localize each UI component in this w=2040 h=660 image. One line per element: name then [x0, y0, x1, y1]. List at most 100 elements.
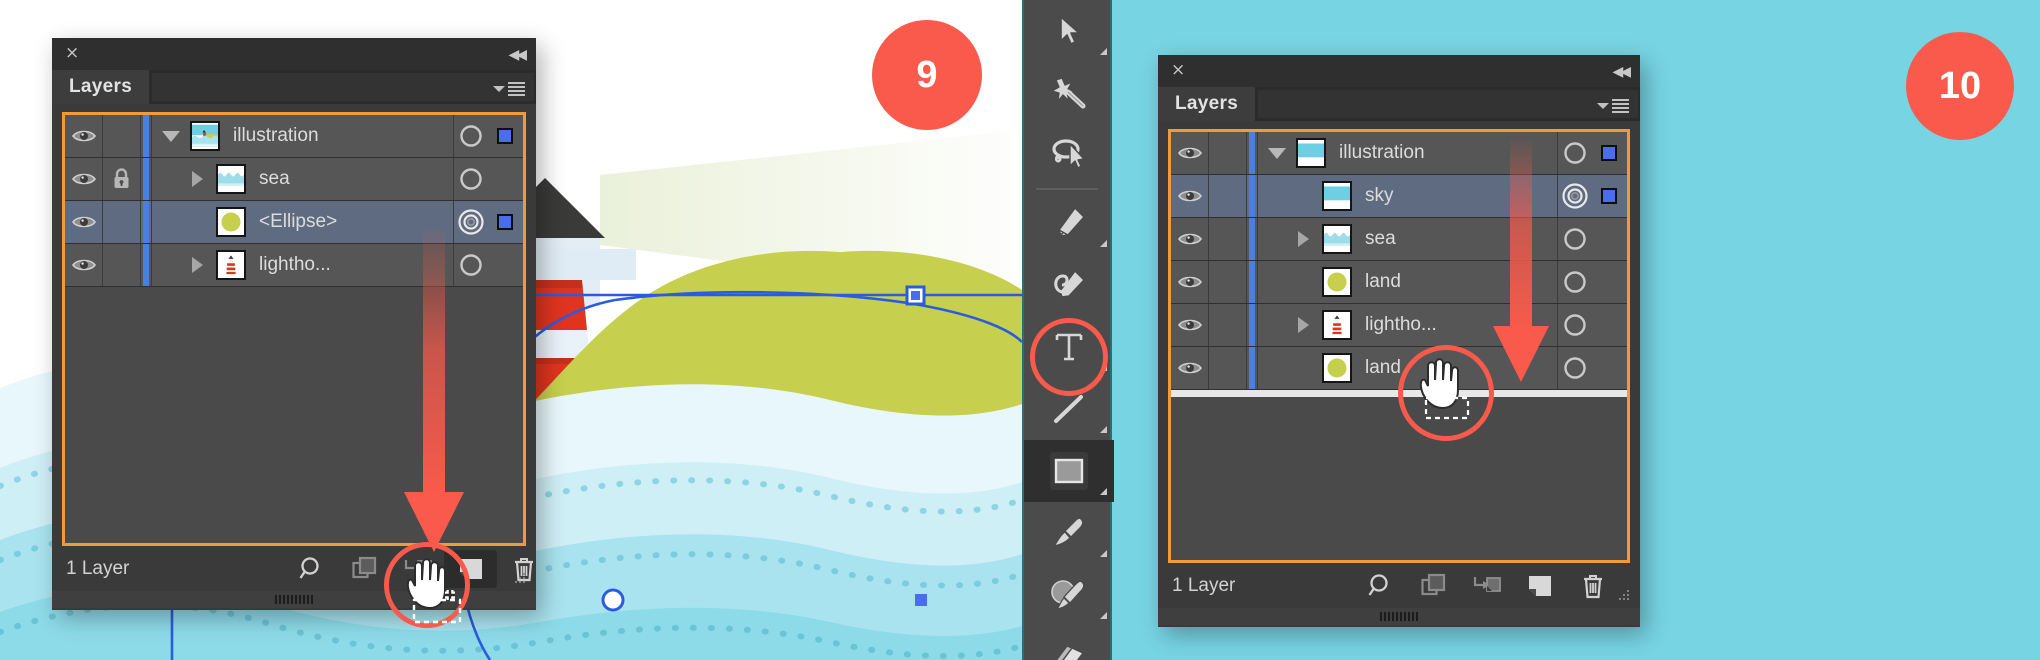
layer-row[interactable]: illustration	[65, 115, 523, 158]
layer-row-controls[interactable]	[1557, 304, 1627, 346]
panel-title-bar[interactable]: × ◀◀	[52, 38, 536, 70]
layer-name-label[interactable]: sea	[259, 168, 290, 190]
layer-row[interactable]: illustration	[1171, 132, 1627, 175]
layer-row-controls[interactable]	[453, 158, 523, 200]
disclosure-triangle-open-icon[interactable]	[152, 130, 190, 142]
blob-brush-tool[interactable]	[1024, 564, 1114, 626]
resize-grip-icon[interactable]	[1613, 587, 1631, 601]
lock-icon[interactable]	[1209, 132, 1247, 174]
layer-count-label: 1 Layer	[66, 557, 130, 579]
layer-name-label[interactable]: lightho...	[259, 254, 331, 276]
panel-tab-row[interactable]: Layers	[52, 70, 536, 104]
eraser-tool[interactable]	[1024, 626, 1114, 660]
layer-row-controls[interactable]	[1557, 218, 1627, 260]
visibility-eye-icon[interactable]	[65, 158, 103, 200]
lock-icon[interactable]	[103, 158, 141, 200]
visibility-eye-icon[interactable]	[1171, 304, 1209, 346]
target-indicator-icon[interactable]	[454, 167, 488, 191]
locate-object-icon[interactable]	[285, 552, 338, 586]
layer-row-controls[interactable]	[1557, 347, 1627, 389]
lock-icon[interactable]	[103, 244, 141, 286]
make-clipping-mask-icon[interactable]	[1407, 569, 1460, 603]
layer-name-label[interactable]: lightho...	[1365, 314, 1437, 336]
lock-icon[interactable]	[1209, 347, 1247, 389]
layer-count-label: 1 Layer	[1172, 574, 1236, 596]
footer-icon-group[interactable]	[1354, 569, 1619, 603]
rectangle-tool[interactable]	[1024, 440, 1114, 502]
layer-thumbnail	[190, 121, 220, 151]
layer-row-controls[interactable]	[1557, 132, 1627, 174]
panel-title-bar[interactable]: × ◀◀	[1158, 55, 1640, 87]
selection-indicator	[1592, 188, 1626, 204]
layer-row-controls[interactable]	[1557, 261, 1627, 303]
layer-row-controls[interactable]	[1557, 175, 1627, 217]
tab-layers[interactable]: Layers	[1158, 87, 1256, 121]
lock-icon[interactable]	[1209, 304, 1247, 346]
layer-name-label[interactable]: sea	[1365, 228, 1396, 250]
lock-icon[interactable]	[1209, 175, 1247, 217]
visibility-eye-icon[interactable]	[1171, 132, 1209, 174]
layer-name-label[interactable]: land	[1365, 271, 1401, 293]
target-indicator-icon[interactable]	[454, 124, 488, 148]
close-icon[interactable]: ×	[65, 45, 79, 62]
target-indicator-icon[interactable]	[1558, 141, 1592, 165]
target-indicator-icon[interactable]	[1558, 270, 1592, 294]
lock-icon[interactable]	[103, 201, 141, 243]
pen-tool[interactable]	[1024, 192, 1114, 254]
panel-tab-row[interactable]: Layers	[1158, 87, 1640, 121]
target-indicator-icon[interactable]	[1558, 227, 1592, 251]
paintbrush-tool[interactable]	[1024, 502, 1114, 564]
visibility-eye-icon[interactable]	[1171, 261, 1209, 303]
target-indicator-icon[interactable]	[1558, 313, 1592, 337]
layer-row[interactable]: land	[1171, 261, 1627, 304]
layer-row-body[interactable]: sea	[151, 158, 453, 200]
create-new-sublayer-icon[interactable]	[1460, 569, 1513, 603]
layer-row[interactable]: sky	[1171, 175, 1627, 218]
layer-row[interactable]: sea	[1171, 218, 1627, 261]
rectangle-icon	[1050, 452, 1088, 490]
lock-icon[interactable]	[103, 115, 141, 157]
panel-menu-icon[interactable]	[1597, 99, 1629, 113]
disclosure-triangle-closed-icon[interactable]	[178, 257, 216, 273]
layer-name-label[interactable]: land	[1365, 357, 1401, 379]
visibility-eye-icon[interactable]	[1171, 218, 1209, 260]
layer-name-label[interactable]: illustration	[233, 125, 319, 147]
curvature-tool[interactable]	[1024, 254, 1114, 316]
visibility-eye-icon[interactable]	[1171, 175, 1209, 217]
delete-selection-icon[interactable]	[1566, 569, 1619, 603]
layer-row[interactable]: sea	[65, 158, 523, 201]
collapse-icon[interactable]: ◀◀	[1612, 64, 1630, 78]
resize-grip-icon[interactable]	[509, 570, 527, 584]
layer-row-body[interactable]: illustration	[151, 115, 453, 157]
disclosure-triangle-closed-icon[interactable]	[178, 171, 216, 187]
close-icon[interactable]: ×	[1171, 62, 1185, 79]
selection-tool[interactable]	[1024, 0, 1114, 62]
visibility-eye-icon[interactable]	[1171, 347, 1209, 389]
target-indicator-icon[interactable]	[1558, 182, 1592, 210]
layer-name-label[interactable]: sky	[1365, 185, 1394, 207]
panel-scroll-grip[interactable]	[1158, 608, 1640, 625]
layer-row[interactable]: lightho...	[1171, 304, 1627, 347]
create-new-layer-icon[interactable]	[1513, 569, 1566, 603]
panel-menu-icon[interactable]	[493, 82, 525, 96]
lasso-tool[interactable]	[1024, 124, 1114, 186]
collapse-icon[interactable]: ◀◀	[508, 47, 526, 61]
layer-row-controls[interactable]	[453, 115, 523, 157]
magic-wand-tool[interactable]	[1024, 62, 1114, 124]
layers-list-right[interactable]: illustration sky sea land lightho... land	[1168, 129, 1630, 563]
disclosure-triangle-closed-icon[interactable]	[1284, 317, 1322, 333]
visibility-eye-icon[interactable]	[65, 115, 103, 157]
layer-name-label[interactable]: <Ellipse>	[259, 211, 337, 233]
layer-name-label[interactable]: illustration	[1339, 142, 1425, 164]
layers-panel-right[interactable]: × ◀◀ Layers illustration sky sea land lighth…	[1158, 55, 1640, 627]
disclosure-triangle-open-icon[interactable]	[1258, 147, 1296, 159]
visibility-eye-icon[interactable]	[65, 201, 103, 243]
target-indicator-icon[interactable]	[1558, 356, 1592, 380]
lock-icon[interactable]	[1209, 218, 1247, 260]
lock-icon[interactable]	[1209, 261, 1247, 303]
disclosure-triangle-closed-icon[interactable]	[1284, 231, 1322, 247]
locate-object-icon[interactable]	[1354, 569, 1407, 603]
tab-layers[interactable]: Layers	[52, 70, 150, 104]
make-clipping-mask-icon[interactable]	[338, 552, 391, 586]
visibility-eye-icon[interactable]	[65, 244, 103, 286]
